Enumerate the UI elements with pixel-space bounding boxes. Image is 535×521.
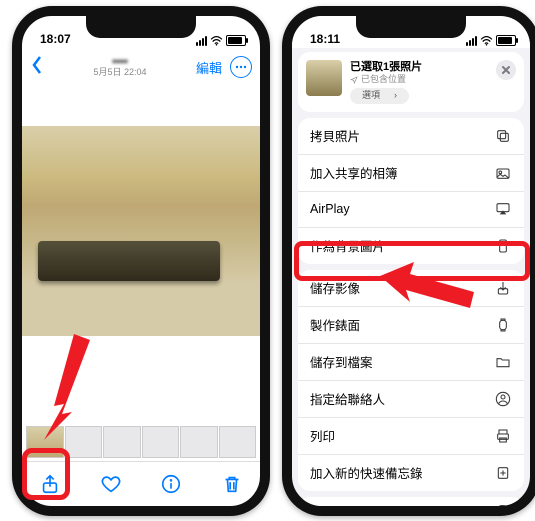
watch-face-icon: [494, 316, 512, 334]
photo-view[interactable]: [22, 126, 260, 336]
action-wallpaper[interactable]: 作為背景圖片: [298, 227, 524, 264]
action-label: 拷貝照片: [310, 126, 360, 145]
sheet-header: 已選取1張照片 已包含位置 選項›: [298, 52, 524, 112]
airplay-icon: [494, 200, 512, 218]
save-image-icon: [494, 279, 512, 297]
favorite-button[interactable]: [99, 472, 123, 496]
action-label: 列印: [310, 426, 335, 445]
sheet-location: 已包含位置: [350, 74, 516, 86]
action-label: EXIF: [310, 507, 338, 516]
sheet-title: 已選取1張照片: [350, 60, 516, 74]
action-label: 儲存到檔案: [310, 352, 373, 371]
exif-app-icon: EXIF: [494, 505, 512, 516]
action-label: 加入共享的相簿: [310, 163, 398, 182]
print-icon: [494, 427, 512, 445]
signal-icon: [466, 36, 477, 46]
action-save-image[interactable]: 儲存影像: [298, 270, 524, 306]
clock: 18:07: [40, 32, 71, 46]
notch: [86, 16, 196, 38]
action-label: 製作錶面: [310, 315, 360, 334]
wifi-icon: [480, 36, 493, 46]
clock: 18:11: [310, 32, 340, 46]
contact-icon: [494, 390, 512, 408]
photo-subject: [38, 241, 220, 281]
phone-right: 18:11 已選取1張照片 已包含位置 選項›: [282, 6, 535, 516]
header-thumbnail: [306, 60, 342, 96]
action-quicknote[interactable]: 加入新的快速備忘錄: [298, 454, 524, 491]
action-files[interactable]: 儲存到檔案: [298, 343, 524, 380]
options-button[interactable]: 選項›: [350, 88, 516, 104]
status-icons: [196, 35, 246, 46]
actions-group-1: 拷貝照片加入共享的相簿 AirPlay 作為背景圖片: [298, 118, 524, 264]
action-copy[interactable]: 拷貝照片: [298, 118, 524, 154]
status-icons: [466, 35, 516, 46]
action-contact[interactable]: 指定給聯絡人: [298, 380, 524, 417]
share-sheet: 已選取1張照片 已包含位置 選項› 拷貝照片加入共享的相簿 AirPlay 作為背景…: [292, 52, 530, 516]
trash-button[interactable]: [220, 472, 244, 496]
action-label: 作為背景圖片: [310, 236, 385, 255]
thumbnail[interactable]: [26, 426, 64, 458]
thumbnail[interactable]: [219, 426, 257, 458]
thumbnail[interactable]: [103, 426, 141, 458]
battery-icon: [496, 35, 516, 46]
edit-button[interactable]: 編輯: [196, 58, 222, 77]
signal-icon: [196, 36, 207, 46]
share-button[interactable]: [38, 472, 62, 496]
thumbnail[interactable]: [142, 426, 180, 458]
close-button[interactable]: [496, 60, 516, 80]
nav-subtitle: 5月5日 22:04: [93, 68, 146, 78]
back-button[interactable]: [30, 55, 44, 80]
phone-left: 18:07 •••• 5月5日 22:04 編輯: [12, 6, 270, 516]
actions-group-2: 儲存影像製作錶面儲存到檔案指定給聯絡人列印加入新的快速備忘錄: [298, 270, 524, 491]
action-watch-face[interactable]: 製作錶面: [298, 306, 524, 343]
actions-group-3: EXIFEXIFCopy to PDF ExpertRun Script: [298, 497, 524, 516]
action-label: 指定給聯絡人: [310, 389, 385, 408]
nav-bar: •••• 5月5日 22:04 編輯: [22, 48, 260, 86]
nav-title: ••••: [93, 56, 146, 68]
action-airplay[interactable]: AirPlay: [298, 191, 524, 227]
battery-icon: [226, 35, 246, 46]
chevron-right-icon: ›: [388, 89, 403, 103]
notch: [356, 16, 466, 38]
action-label: 加入新的快速備忘錄: [310, 463, 423, 482]
copy-icon: [494, 127, 512, 145]
shared-album-icon: [494, 164, 512, 182]
info-button[interactable]: [159, 472, 183, 496]
action-print[interactable]: 列印: [298, 417, 524, 454]
quicknote-icon: [494, 464, 512, 482]
action-exif-app[interactable]: EXIF EXIF: [298, 497, 524, 516]
thumbnail[interactable]: [180, 426, 218, 458]
more-button[interactable]: [230, 56, 252, 78]
action-label: AirPlay: [310, 202, 350, 216]
bottom-toolbar: [22, 461, 260, 506]
wifi-icon: [210, 36, 223, 46]
action-shared-album[interactable]: 加入共享的相簿: [298, 154, 524, 191]
thumbnail[interactable]: [65, 426, 103, 458]
thumbnail-strip[interactable]: [22, 426, 260, 458]
wallpaper-icon: [494, 237, 512, 255]
action-label: 儲存影像: [310, 278, 360, 297]
location-icon: [350, 76, 358, 84]
files-icon: [494, 353, 512, 371]
